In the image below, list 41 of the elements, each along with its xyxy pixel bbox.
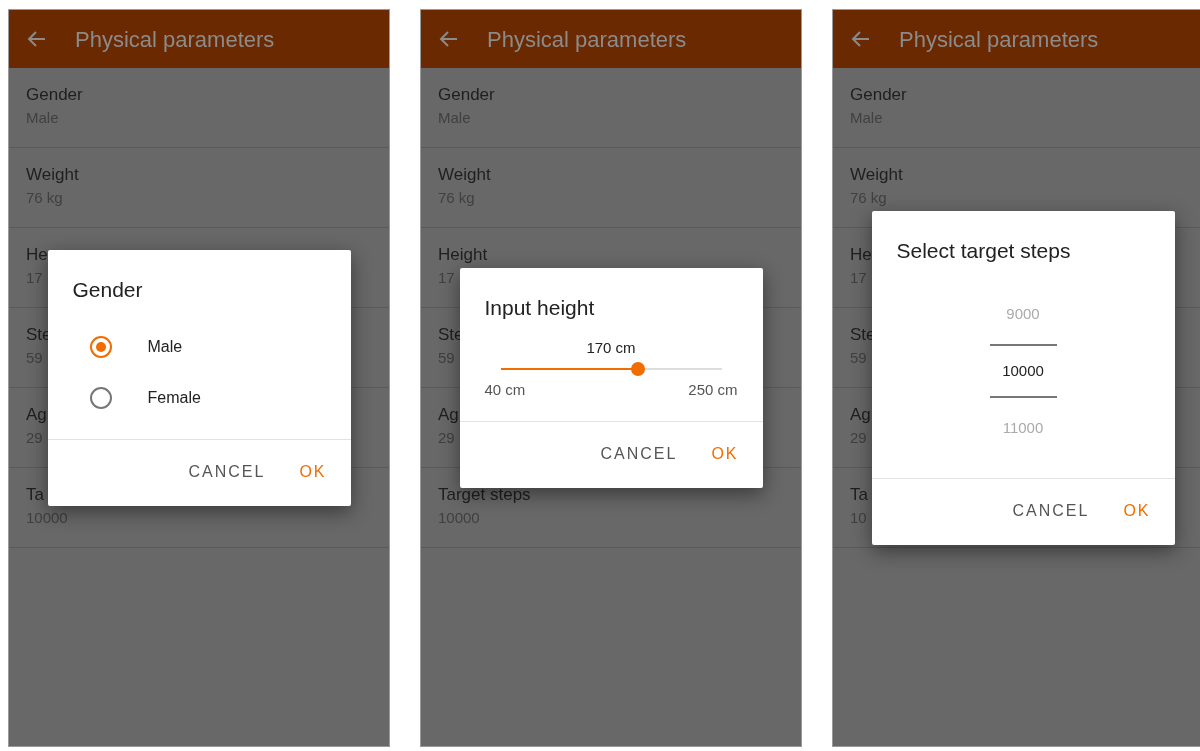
row-label: Ta (26, 484, 44, 506)
row-label: Gender (26, 84, 83, 106)
screen-title: Physical parameters (899, 25, 1099, 54)
screen-title: Physical parameters (487, 25, 687, 54)
picker-value[interactable]: 10000 (989, 344, 1057, 399)
row-label: Weight (438, 164, 491, 186)
dialog-title: Gender (71, 276, 144, 303)
row-label: Weight (850, 164, 903, 186)
slider-reading: 170 cm (585, 338, 637, 359)
back-arrow-icon (27, 29, 47, 49)
cancel-button[interactable]: CANCEL (1000, 491, 1102, 532)
dialog-title: Select target steps (895, 237, 1072, 264)
row-label: Gender (438, 84, 495, 106)
option-label: Male (147, 336, 183, 357)
row-label: Gender (850, 84, 907, 106)
row-label: Target steps (438, 484, 531, 506)
row-label: Ta (850, 484, 868, 506)
radio-option[interactable]: Female (47, 372, 351, 424)
slider-thumb[interactable] (630, 361, 645, 376)
slider-track[interactable] (500, 361, 722, 376)
option-label: Female (147, 387, 201, 408)
picker-value[interactable]: 9000 (1000, 284, 1046, 345)
row-label: He (850, 244, 872, 266)
row-label: Ag (850, 404, 871, 426)
picker-value[interactable]: 11000 (996, 398, 1050, 459)
radio-option[interactable]: Male (47, 321, 351, 373)
row-label: Ag (26, 404, 47, 426)
back-arrow-icon (851, 29, 871, 49)
row-label: Weight (26, 164, 79, 186)
back-button[interactable] (27, 29, 47, 49)
row-label: Height (438, 244, 488, 266)
back-arrow-icon (439, 29, 459, 49)
max-label: 250 cm (688, 379, 738, 400)
screen-title: Physical parameters (75, 25, 275, 54)
ok-button[interactable]: OK (1111, 491, 1163, 532)
back-button[interactable] (439, 29, 459, 49)
dialog-title: Input height (483, 294, 596, 321)
min-label: 40 cm (484, 379, 526, 400)
back-button[interactable] (851, 29, 871, 49)
row-label: He (26, 244, 48, 266)
row-label: Ag (438, 404, 459, 426)
